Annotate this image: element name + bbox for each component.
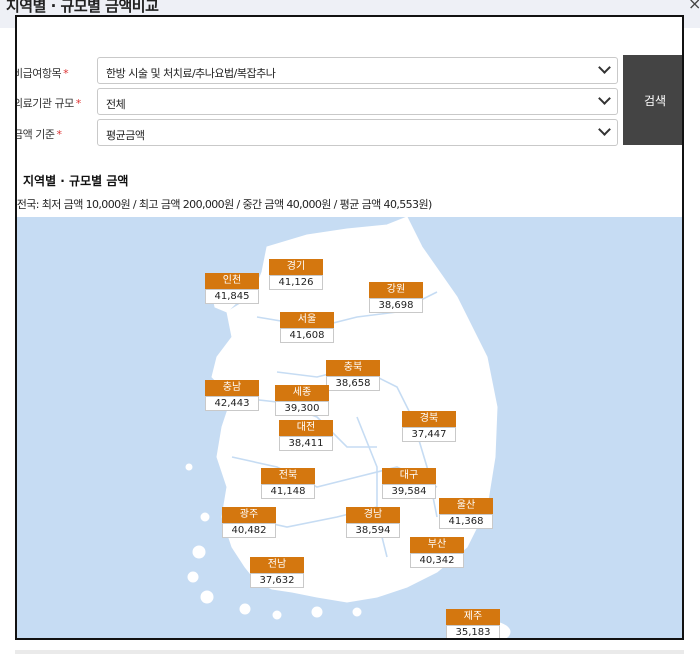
region-incheon[interactable]: 인천 41,845: [205, 273, 259, 304]
hospital-size-select[interactable]: 전체: [97, 88, 618, 115]
region-gyeongbuk[interactable]: 경북 37,447: [402, 411, 456, 442]
amount-basis-value: 평균금액: [106, 129, 145, 142]
region-ulsan[interactable]: 울산 41,368: [439, 498, 493, 529]
hospital-size-value: 전체: [106, 98, 126, 111]
region-gangwon[interactable]: 강원 38,698: [369, 282, 423, 313]
region-gwangju[interactable]: 광주 40,482: [222, 507, 276, 538]
chevron-down-icon: [598, 92, 611, 105]
region-daegu[interactable]: 대구 39,584: [382, 468, 436, 499]
footer-divider: [15, 650, 684, 654]
region-busan[interactable]: 부산 40,342: [410, 537, 464, 568]
amount-basis-label: 금액 기준 *: [15, 128, 62, 141]
region-jeonbuk[interactable]: 전북 41,148: [261, 468, 315, 499]
region-chungbuk[interactable]: 충북 38,658: [326, 360, 380, 391]
close-icon[interactable]: ×: [688, 0, 700, 13]
korea-map-shape: [185, 217, 511, 638]
item-select-value: 한방 시술 및 처치료/추나요법/복잡추나: [106, 67, 276, 80]
region-chungnam[interactable]: 충남 42,443: [205, 380, 259, 411]
region-gyeongnam[interactable]: 경남 38,594: [346, 507, 400, 538]
section-heading: 지역별 · 규모별 금액: [17, 172, 128, 189]
item-label: 비급여항목 *: [15, 67, 69, 80]
region-gyeonggi[interactable]: 경기 41,126: [269, 259, 323, 290]
item-select[interactable]: 한방 시술 및 처치료/추나요법/복잡추나: [97, 57, 618, 84]
national-summary: (전국: 최저 금액 10,000원 / 최고 금액 200,000원 / 중간…: [15, 198, 432, 211]
korea-map: 인천 41,845 경기 41,126 강원 38,698 서울 41,608 충북 38…: [17, 217, 682, 638]
region-jeonnam[interactable]: 전남 37,632: [250, 557, 304, 588]
hospital-size-label: 의료기관 규모 *: [15, 97, 81, 110]
region-sejong[interactable]: 세종 39,300: [275, 385, 329, 416]
region-jeju[interactable]: 제주 35,183: [446, 609, 500, 638]
dialog-body: 비급여항목 * 한방 시술 및 처치료/추나요법/복잡추나 의료기관 규모 * 전체…: [15, 15, 684, 640]
region-daejeon[interactable]: 대전 38,411: [279, 420, 333, 451]
dialog-title: 지역별 · 규모별 금액비교: [6, 0, 159, 15]
chevron-down-icon: [598, 61, 611, 74]
chevron-down-icon: [598, 123, 611, 136]
amount-basis-select[interactable]: 평균금액: [97, 119, 618, 146]
search-button[interactable]: 검색: [623, 55, 682, 145]
region-seoul[interactable]: 서울 41,608: [280, 312, 334, 343]
